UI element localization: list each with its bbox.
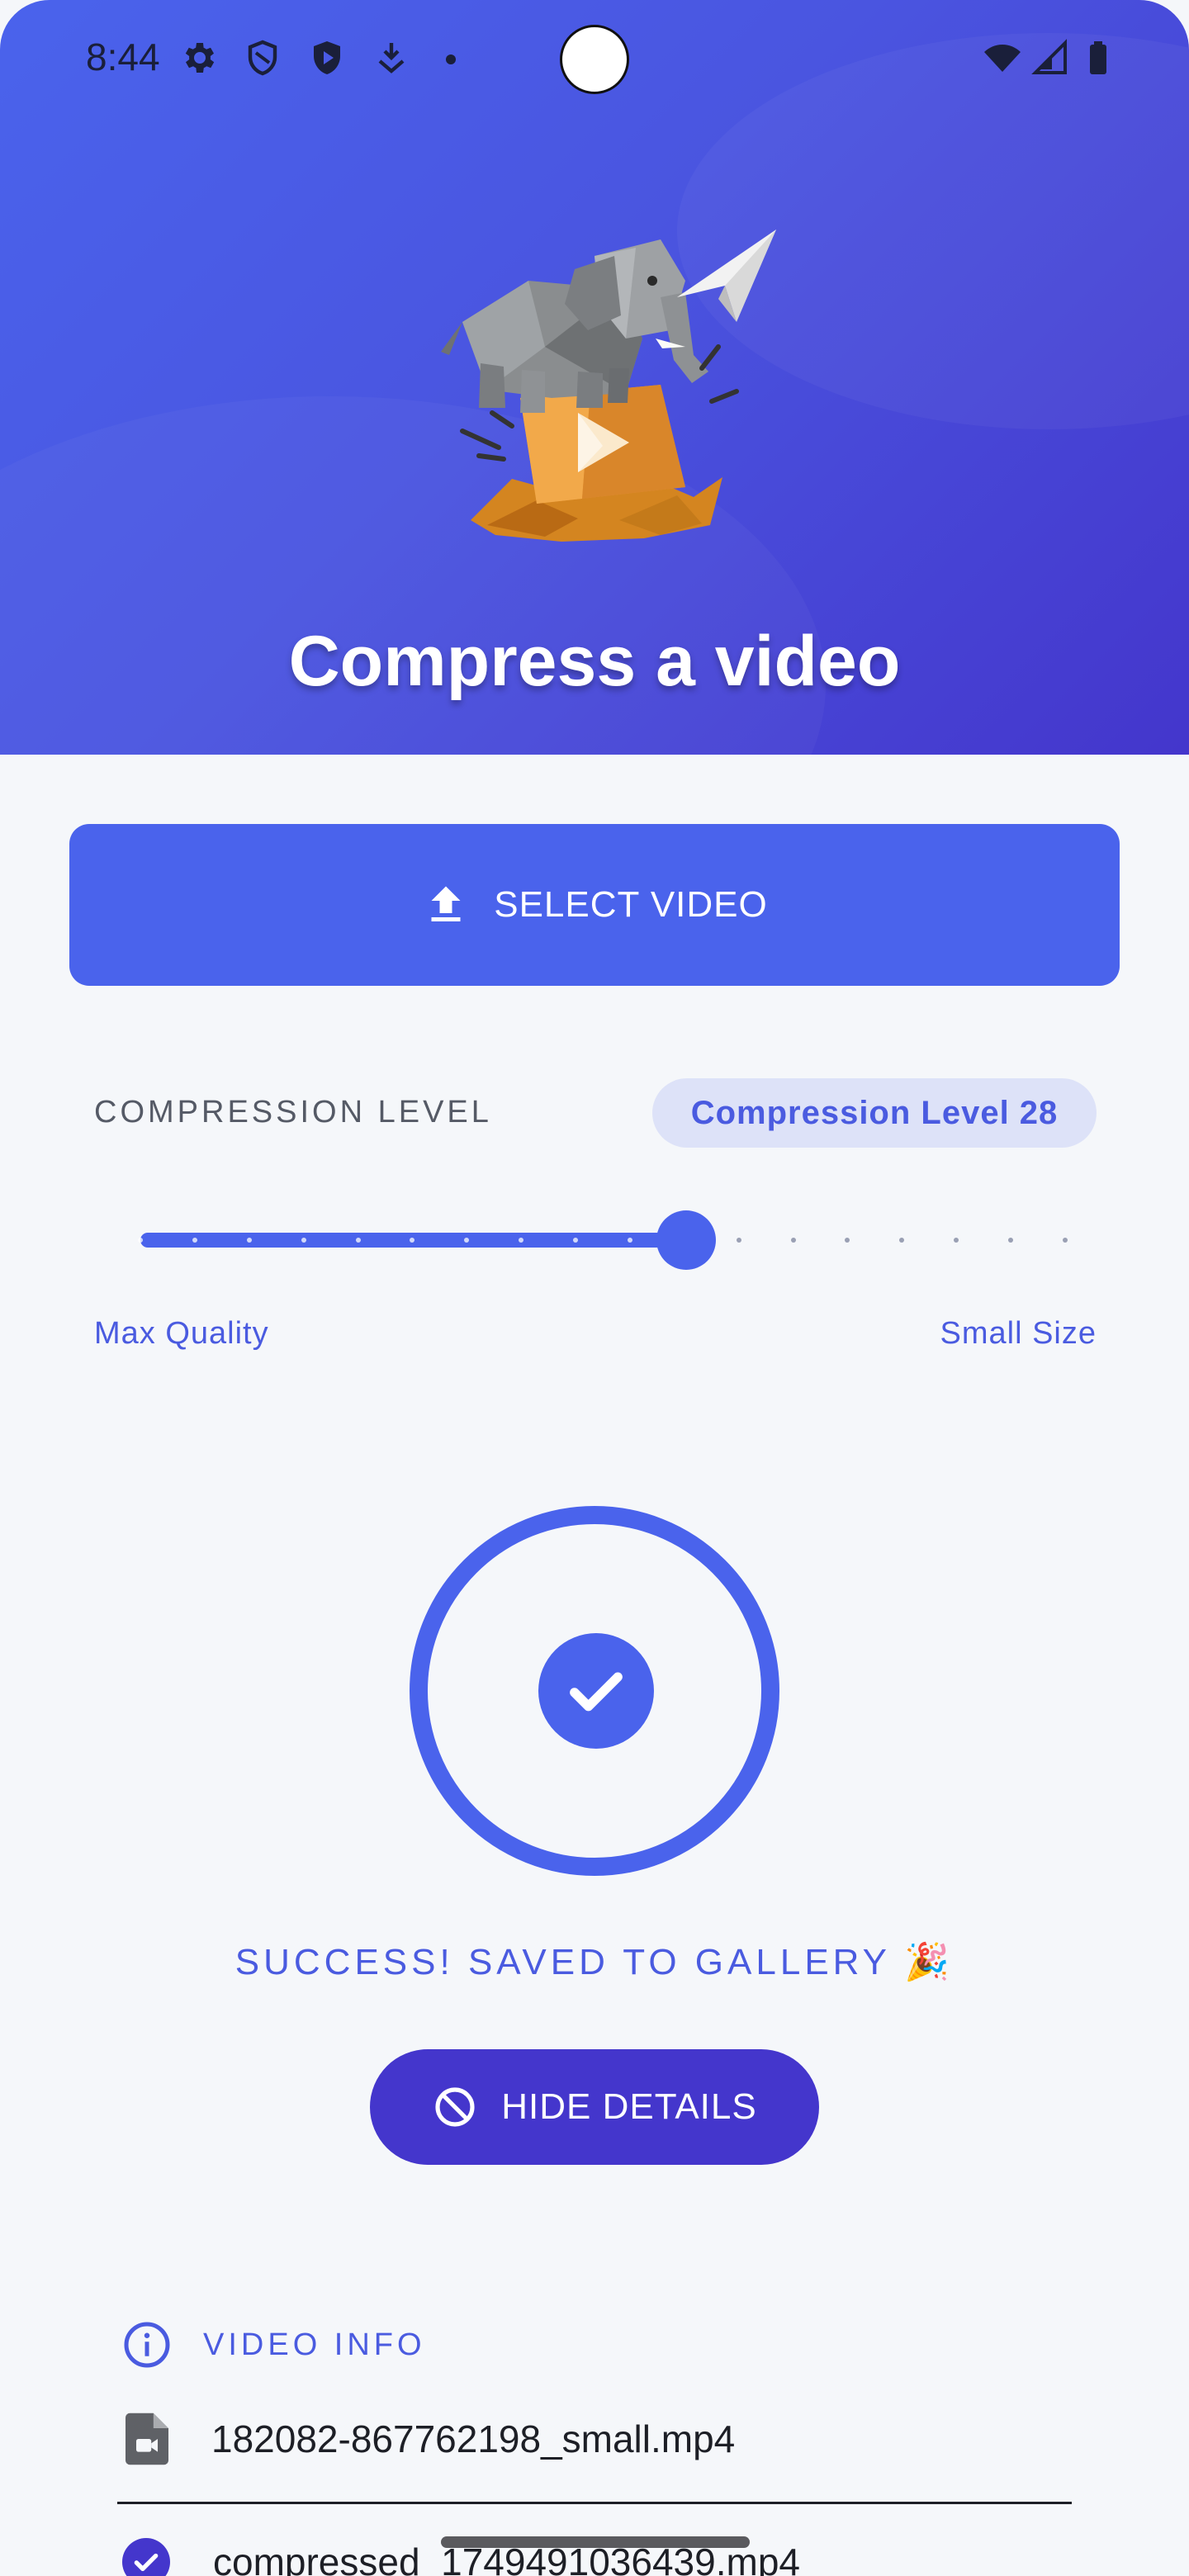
status-time: 8:44 [86, 36, 160, 78]
compression-level-badge: Compression Level 28 [652, 1078, 1097, 1148]
slider-tick [301, 1238, 306, 1243]
info-icon [124, 2322, 170, 2368]
slider-tick [138, 1238, 143, 1243]
slider-tick [246, 1238, 252, 1243]
battery-icon [1090, 41, 1106, 74]
header-banner: 8:44 Compress a video [0, 0, 1189, 755]
gesture-home-bar[interactable] [441, 2536, 750, 2548]
slider-tick [192, 1238, 197, 1243]
play-protect-icon [314, 41, 340, 74]
max-quality-label: Max Quality [94, 1316, 269, 1351]
check-circle-icon [538, 1633, 654, 1749]
settings-icon [185, 43, 215, 73]
slider-tick [573, 1238, 579, 1243]
hide-details-button[interactable]: HIDE DETAILS [370, 2049, 819, 2165]
slider-tick [1063, 1238, 1068, 1243]
small-size-label: Small Size [940, 1316, 1097, 1351]
hide-icon [435, 2087, 475, 2127]
video-info-heading: VIDEO INFO [203, 2327, 426, 2362]
slider-tick [790, 1238, 796, 1243]
success-message: SUCCESS! SAVED TO GALLERY 🎉 [234, 1942, 955, 1982]
compression-section-label: COMPRESSION LEVEL [94, 1095, 492, 1129]
elephant-illustration [441, 230, 776, 542]
hide-details-label: HIDE DETAILS [501, 2086, 757, 2127]
slider-thumb[interactable] [656, 1210, 716, 1270]
slider-tick [355, 1238, 361, 1243]
video-file-icon [126, 2413, 168, 2465]
download-icon [378, 43, 405, 73]
camera-cutout [560, 25, 629, 94]
slider-tick [736, 1238, 741, 1243]
signal-icon [1031, 39, 1067, 74]
upload-icon [431, 886, 461, 921]
divider [117, 2502, 1072, 2504]
page-title: Compress a video [288, 622, 901, 701]
check-icon [122, 2538, 170, 2576]
source-file-row: 182082-867762198_small.mp4 [126, 2413, 735, 2465]
source-file-name: 182082-867762198_small.mp4 [211, 2417, 736, 2460]
video-info-heading-row: VIDEO INFO [122, 2320, 426, 2370]
shield-icon [248, 40, 277, 76]
slider-tick [627, 1238, 632, 1243]
select-video-button[interactable]: SELECT VIDEO [69, 824, 1120, 986]
wifi-icon [984, 45, 1021, 72]
select-video-label: SELECT VIDEO [494, 884, 768, 925]
notification-dot [446, 54, 456, 64]
compression-slider[interactable] [132, 1207, 1073, 1273]
status-bar: 8:44 [0, 0, 1189, 116]
